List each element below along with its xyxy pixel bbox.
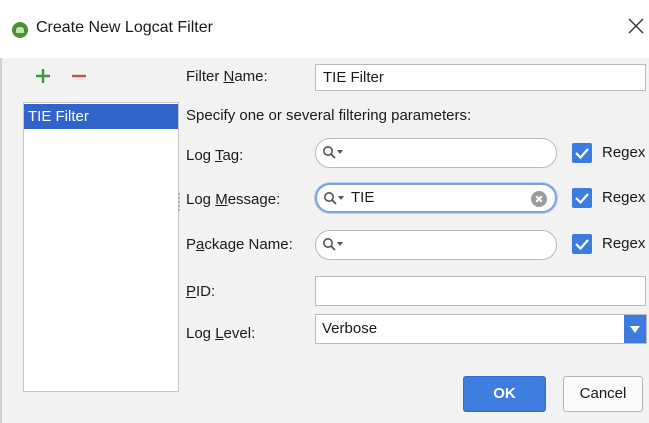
minus-icon[interactable] xyxy=(71,68,87,84)
log-message-label: Log Message: xyxy=(186,191,281,208)
filter-name-label: Filter Name: xyxy=(186,68,268,85)
close-icon[interactable] xyxy=(624,14,648,38)
clear-icon[interactable] xyxy=(531,191,547,207)
pid-label: PID: xyxy=(186,283,216,300)
window-left-border xyxy=(0,58,2,423)
filter-list-item[interactable]: TIE Filter xyxy=(24,104,178,129)
package-name-regex-checkbox[interactable]: Regex xyxy=(572,233,649,255)
ok-button[interactable]: OK xyxy=(463,376,546,412)
log-tag-search-field[interactable] xyxy=(315,138,557,168)
regex-label: Regex xyxy=(602,189,646,206)
search-icon[interactable] xyxy=(322,145,346,161)
log-tag-regex-checkbox[interactable]: Regex xyxy=(572,142,649,164)
log-level-value: Verbose xyxy=(322,320,378,337)
instruction-text: Specify one or several filtering paramet… xyxy=(186,107,472,124)
checkbox-checked-icon[interactable] xyxy=(572,143,592,163)
log-level-select[interactable]: Verbose xyxy=(315,314,647,344)
search-icon[interactable] xyxy=(322,237,346,253)
regex-label: Regex xyxy=(602,144,646,161)
chevron-down-icon[interactable] xyxy=(624,315,646,343)
checkbox-checked-icon[interactable] xyxy=(572,188,592,208)
pid-input[interactable] xyxy=(315,276,646,306)
plus-icon[interactable] xyxy=(35,68,51,84)
log-message-value: TIE xyxy=(351,189,375,206)
title-bar: Create New Logcat Filter xyxy=(0,0,649,58)
drag-handle-icon xyxy=(178,193,182,211)
log-level-label: Log Level: xyxy=(186,325,256,342)
cancel-button[interactable]: Cancel xyxy=(563,376,643,412)
log-message-regex-checkbox[interactable]: Regex xyxy=(572,187,649,209)
search-icon[interactable] xyxy=(323,191,347,207)
filter-list[interactable]: TIE Filter xyxy=(23,102,179,392)
log-message-search-field[interactable]: TIE xyxy=(315,183,557,213)
filter-name-input[interactable]: TIE Filter xyxy=(315,64,646,91)
window-title: Create New Logcat Filter xyxy=(36,19,213,36)
checkbox-checked-icon[interactable] xyxy=(572,234,592,254)
package-name-search-field[interactable] xyxy=(315,230,557,260)
regex-label: Regex xyxy=(602,235,646,252)
android-studio-icon xyxy=(12,22,28,38)
package-name-label: Package Name: xyxy=(186,236,293,253)
log-tag-label: Log Tag: xyxy=(186,147,244,164)
